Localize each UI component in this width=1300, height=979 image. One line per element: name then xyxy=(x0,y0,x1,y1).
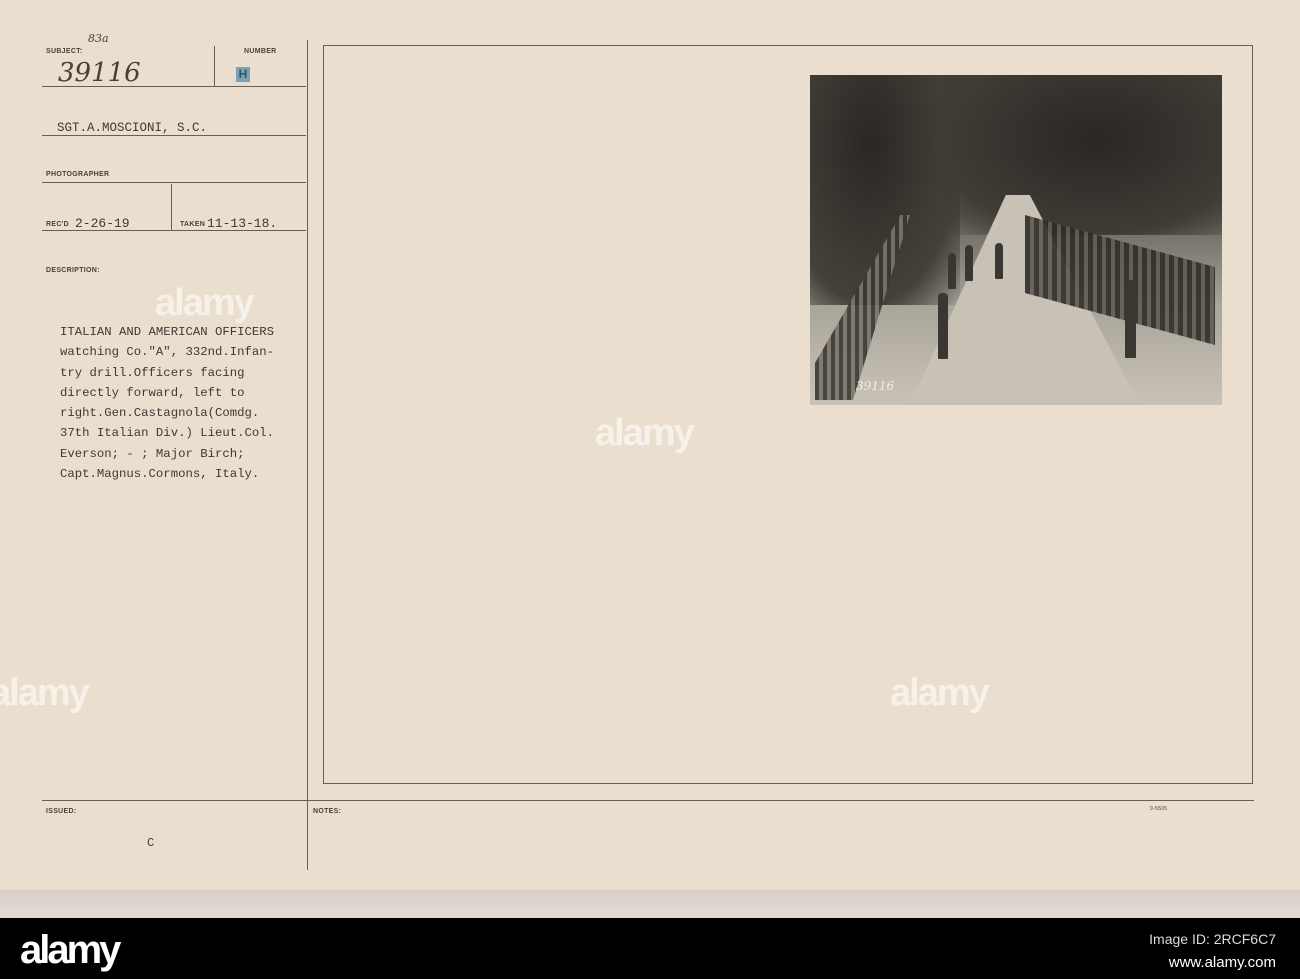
watermark: alamy xyxy=(155,282,255,324)
watermark: alamy xyxy=(890,672,990,714)
description-line: directly forward, left to xyxy=(60,385,245,400)
taken-label: TAKEN xyxy=(180,221,206,228)
watermark: alamy xyxy=(0,672,90,714)
subject-number: 39116 xyxy=(58,58,141,88)
divider xyxy=(42,182,306,183)
column-divider xyxy=(307,40,308,800)
background-surface xyxy=(0,890,1300,918)
subject-annotation: 83a xyxy=(88,32,109,45)
description-line: watching Co."A", 332nd.Infan- xyxy=(60,345,275,360)
archive-card: SUBJECT: 83a 39116 NUMBER H SGT.A.MOSCIO… xyxy=(0,0,1300,890)
number-label: NUMBER xyxy=(244,48,277,55)
alamy-logo: alamy xyxy=(20,928,121,972)
alamy-url[interactable]: www.alamy.com xyxy=(1149,951,1276,975)
taken-value: 11-13-18. xyxy=(207,216,278,231)
photographer-value: SGT.A.MOSCIONI, S.C. xyxy=(57,121,208,135)
description-label: DESCRIPTION: xyxy=(46,267,100,274)
photo-officer xyxy=(938,293,948,359)
photo-officer xyxy=(1125,280,1136,358)
footer-bar xyxy=(0,918,1300,979)
image-id-block: Image ID: 2RCF6C7 www.alamy.com xyxy=(1149,927,1276,975)
divider xyxy=(307,800,308,870)
number-stamp: H xyxy=(236,67,250,82)
photo-officer xyxy=(965,245,973,281)
image-id: Image ID: 2RCF6C7 xyxy=(1149,931,1276,947)
photograph: 39116 xyxy=(810,75,1222,405)
form-code: 9-5505 xyxy=(1150,806,1168,812)
divider xyxy=(42,86,306,87)
description-text: ITALIAN AND AMERICAN OFFICERS watching Co… xyxy=(60,322,330,484)
description-line: 37th Italian Div.) Lieut.Col. xyxy=(60,426,275,441)
description-line: ITALIAN AND AMERICAN OFFICERS xyxy=(60,325,275,339)
description-line: Everson; - ; Major Birch; xyxy=(60,446,245,461)
photo-officer xyxy=(948,253,956,289)
issued-value: C xyxy=(147,836,155,850)
description-line: try drill.Officers facing xyxy=(60,365,245,380)
watermark: alamy xyxy=(595,412,695,454)
photographer-label: PHOTOGRAPHER xyxy=(46,171,110,178)
divider xyxy=(42,800,1254,801)
divider xyxy=(171,184,172,230)
recd-label: REC'D xyxy=(46,221,69,228)
photo-number: 39116 xyxy=(856,379,895,393)
subject-label: SUBJECT: xyxy=(46,48,83,55)
notes-label: NOTES: xyxy=(313,808,342,815)
divider xyxy=(214,46,215,86)
recd-value: 2-26-19 xyxy=(75,216,130,231)
description-line: right.Gen.Castagnola(Comdg. xyxy=(60,406,260,421)
issued-label: ISSUED: xyxy=(46,808,77,815)
divider xyxy=(42,230,306,231)
description-line: Capt.Magnus.Cormons, Italy. xyxy=(60,467,260,482)
photo-officer xyxy=(995,243,1003,279)
divider xyxy=(42,135,306,136)
photo-trees-right xyxy=(942,75,1222,235)
